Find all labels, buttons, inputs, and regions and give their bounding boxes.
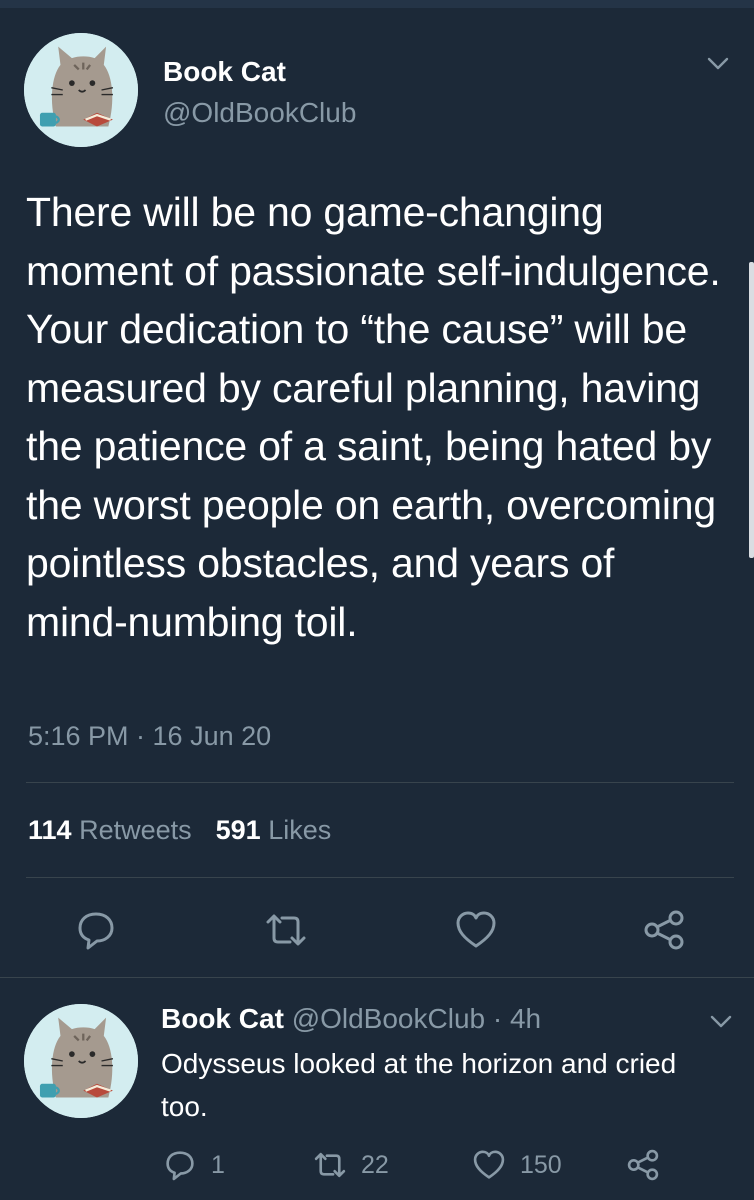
- reply-reply-action[interactable]: 1: [163, 1148, 225, 1182]
- reply-replies-count: 1: [211, 1150, 225, 1179]
- reply-icon[interactable]: [74, 908, 118, 952]
- likes-label: Likes: [268, 815, 332, 845]
- chevron-down-icon[interactable]: [707, 57, 729, 71]
- reply-author-handle[interactable]: @OldBookClub: [292, 1003, 485, 1034]
- reply-icon: [163, 1148, 197, 1182]
- engagement-stats: 114 Retweets 591 Likes: [28, 815, 331, 846]
- likes-count: 591: [215, 815, 261, 845]
- share-icon: [626, 1148, 660, 1182]
- author-handle[interactable]: @OldBookClub: [163, 97, 356, 129]
- retweets-count: 114: [28, 815, 72, 845]
- reply-header: Book Cat @OldBookClub · 4h: [161, 1003, 541, 1035]
- reply-author-name[interactable]: Book Cat: [161, 1003, 284, 1034]
- cat-reading-avatar-icon: [24, 33, 138, 147]
- divider: [26, 877, 734, 878]
- retweets-label: Retweets: [79, 815, 192, 845]
- reply-like-action[interactable]: 150: [472, 1148, 562, 1182]
- scrollbar-thumb[interactable]: [749, 262, 754, 558]
- share-icon[interactable]: [642, 908, 686, 952]
- reply-retweet-action[interactable]: 22: [313, 1148, 389, 1182]
- avatar[interactable]: [24, 33, 138, 147]
- retweet-icon[interactable]: [264, 908, 308, 952]
- reply-likes-count: 150: [520, 1150, 562, 1179]
- author-name[interactable]: Book Cat: [163, 56, 286, 88]
- likes-stat[interactable]: 591 Likes: [216, 815, 332, 845]
- retweet-icon: [313, 1148, 347, 1182]
- retweets-stat[interactable]: 114 Retweets: [28, 815, 192, 845]
- divider: [0, 977, 754, 978]
- like-icon[interactable]: [454, 908, 498, 952]
- top-bar: [0, 0, 754, 8]
- reply-time: · 4h: [492, 1003, 542, 1034]
- tweet-text: There will be no game-changing moment of…: [26, 189, 721, 645]
- divider: [26, 782, 734, 783]
- chevron-down-icon[interactable]: [710, 1015, 732, 1029]
- tweet-timestamp[interactable]: 5:16 PM · 16 Jun 20: [28, 721, 271, 752]
- cat-reading-avatar-icon: [24, 1004, 138, 1118]
- reply-share-action[interactable]: [626, 1148, 660, 1182]
- like-icon: [472, 1148, 506, 1182]
- avatar[interactable]: [24, 1004, 138, 1118]
- reply-retweets-count: 22: [361, 1150, 389, 1179]
- reply-text: Odysseus looked at the horizon and cried…: [161, 1048, 677, 1122]
